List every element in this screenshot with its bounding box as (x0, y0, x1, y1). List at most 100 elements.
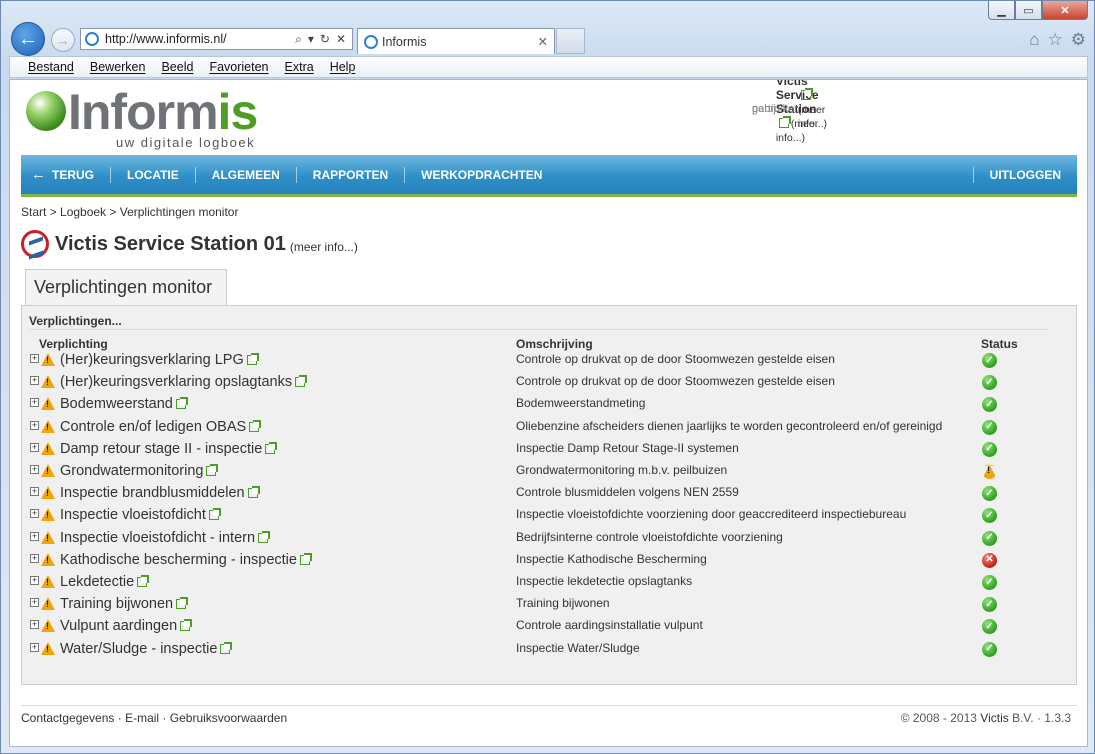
obligation-name: Inspectie vloeistofdicht (60, 507, 221, 523)
menu-bewerken[interactable]: Bewerken (90, 60, 146, 74)
back-arrow-icon[interactable]: ← (11, 22, 45, 56)
obligation-name-text[interactable]: Training bijwonen (60, 596, 173, 612)
external-link-icon[interactable] (295, 375, 308, 388)
obligation-name-text[interactable]: Lekdetectie (60, 574, 134, 590)
expand-icon[interactable]: + (30, 398, 39, 408)
external-link-icon[interactable] (206, 464, 219, 476)
forward-arrow-icon[interactable]: → (51, 28, 75, 52)
nav-item-locatie[interactable]: LOCATIE (111, 166, 196, 183)
address-url[interactable]: http://www.informis.nl/ (105, 32, 295, 46)
nav-item-rapporten[interactable]: RAPPORTEN (297, 166, 406, 183)
gebruiker-more-info-link[interactable]: (meer info...) (798, 104, 827, 130)
external-link-icon[interactable] (208, 508, 221, 521)
expand-icon[interactable]: + (30, 553, 39, 563)
table-row: + Inspectie vloeistofdicht Inspectie vloei… (22, 505, 1076, 527)
breadcrumb[interactable]: Start > Logboek > Verplichtingen monitor (21, 205, 238, 219)
external-link-icon[interactable] (176, 597, 189, 610)
external-link-icon[interactable] (247, 486, 260, 499)
obligation-name-text[interactable]: (Her)keuringsverklaring LPG (60, 352, 244, 368)
warning-icon (41, 508, 55, 522)
expand-icon[interactable]: + (30, 376, 39, 386)
external-link-icon[interactable] (249, 419, 262, 432)
table-row: + Inspectie brandblusmiddelen Controle blu… (22, 483, 1076, 505)
page-title: Victis Service Station 01 (55, 232, 286, 255)
warning-icon (41, 530, 55, 544)
tab-close-icon[interactable]: ✕ (538, 34, 548, 49)
stop-icon[interactable]: ✕ (336, 32, 346, 47)
expand-icon[interactable]: + (30, 354, 39, 363)
obligation-name-text[interactable]: Bodemweerstand (60, 396, 173, 412)
obligation-name-text[interactable]: Inspectie vloeistofdicht (60, 507, 206, 523)
expand-icon[interactable]: + (30, 598, 39, 608)
obligation-description: Inspectie vloeistofdichte voorziening do… (516, 507, 907, 522)
footer-link-contact[interactable]: Contactgegevens (21, 711, 114, 725)
menu-help[interactable]: Help (330, 60, 356, 74)
external-link-icon[interactable] (175, 397, 188, 410)
obligation-name-text[interactable]: Grondwatermonitoring (60, 463, 203, 479)
new-tab-button[interactable] (556, 28, 585, 54)
obligation-name-text[interactable]: (Her)keuringsverklaring opslagtanks (60, 374, 292, 390)
dropdown-icon[interactable]: ▾ (308, 32, 314, 47)
obligation-name-text[interactable]: Inspectie brandblusmiddelen (60, 485, 245, 501)
footer-link-terms[interactable]: Gebruiksvoorwaarden (170, 711, 287, 725)
obligation-name-text[interactable]: Damp retour stage II - inspectie (60, 441, 262, 457)
expand-icon[interactable]: + (30, 620, 39, 630)
menu-bar: Bestand Bewerken Beeld Favorieten Extra … (9, 56, 1088, 78)
station-more-info-link[interactable]: (meer info...) (290, 240, 358, 254)
obligation-name-text[interactable]: Vulpunt aardingen (60, 618, 177, 634)
browser-tab[interactable]: Informis ✕ (357, 28, 555, 54)
footer-link-email[interactable]: E-mail (125, 711, 159, 725)
copyright-prefix: © 2008 - 2013 (900, 711, 981, 725)
page-content: Informis uw digitale logboek partij Vict… (9, 79, 1088, 747)
expand-icon[interactable]: + (30, 642, 39, 652)
home-icon[interactable]: ⌂ (1029, 30, 1039, 50)
nav-back-button[interactable]: ← TERUG (21, 166, 111, 183)
external-link-icon[interactable] (265, 441, 278, 454)
external-link-icon[interactable] (299, 552, 312, 565)
expand-icon[interactable]: + (30, 531, 39, 541)
tab-verplichtingen-monitor[interactable]: Verplichtingen monitor (25, 269, 227, 305)
expand-icon[interactable]: + (30, 465, 39, 474)
menu-favorieten[interactable]: Favorieten (209, 60, 268, 74)
external-link-icon[interactable] (800, 88, 813, 100)
maximize-icon[interactable]: ▭ (1015, 1, 1042, 20)
menu-bestand[interactable]: Bestand (28, 60, 74, 74)
status-ok-icon: ✓ (982, 575, 997, 590)
nav-item-algemeen[interactable]: ALGEMEEN (196, 166, 297, 183)
settings-gear-icon[interactable]: ⚙ (1071, 30, 1086, 50)
obligation-name-text[interactable]: Inspectie vloeistofdicht - intern (60, 530, 255, 546)
expand-icon[interactable]: + (30, 442, 39, 452)
refresh-icon[interactable]: ↻ (320, 32, 330, 47)
obligation-description: Grondwatermonitoring m.b.v. peilbuizen (516, 463, 728, 477)
favorites-star-icon[interactable]: ☆ (1048, 30, 1063, 50)
external-link-icon[interactable] (778, 116, 791, 128)
informis-logo[interactable]: Informis uw digitale logboek (24, 84, 264, 150)
status-err-icon: ✕ (982, 552, 997, 568)
table-row: + Vulpunt aardingen Controle aardingsinsta… (22, 616, 1076, 638)
obligation-name-text[interactable]: Controle en/of ledigen OBAS (60, 419, 246, 435)
logout-button[interactable]: UITLOGGEN (972, 166, 1077, 183)
search-icon[interactable]: ⌕ (295, 32, 302, 47)
address-bar[interactable]: http://www.informis.nl/ ⌕ ▾ ↻ ✕ (80, 28, 353, 50)
expand-icon[interactable]: + (30, 487, 39, 497)
warning-icon (41, 375, 55, 389)
warning-icon (41, 641, 55, 655)
nav-item-werkopdrachten[interactable]: WERKOPDRACHTEN (405, 167, 558, 183)
external-link-icon[interactable] (137, 575, 150, 587)
obligation-name-text[interactable]: Water/Sludge - inspectie (60, 641, 217, 657)
expand-icon[interactable]: + (30, 509, 39, 519)
external-link-icon[interactable] (246, 353, 259, 365)
menu-beeld[interactable]: Beeld (161, 60, 193, 74)
ie-page-icon (85, 32, 99, 46)
expand-icon[interactable]: + (30, 420, 39, 430)
external-link-icon[interactable] (180, 619, 193, 632)
obligation-name-text[interactable]: Kathodische bescherming - inspectie (60, 552, 297, 568)
menu-extra[interactable]: Extra (285, 60, 314, 74)
minimize-icon[interactable]: ▁ (988, 1, 1015, 20)
table-row: + Damp retour stage II - inspectie Inspect… (22, 439, 1076, 461)
external-link-icon[interactable] (220, 641, 233, 654)
external-link-icon[interactable] (258, 530, 271, 543)
expand-icon[interactable]: + (30, 576, 39, 585)
gebruiker-label: gebruiker (752, 103, 798, 115)
close-icon[interactable]: ✕ (1042, 1, 1088, 20)
